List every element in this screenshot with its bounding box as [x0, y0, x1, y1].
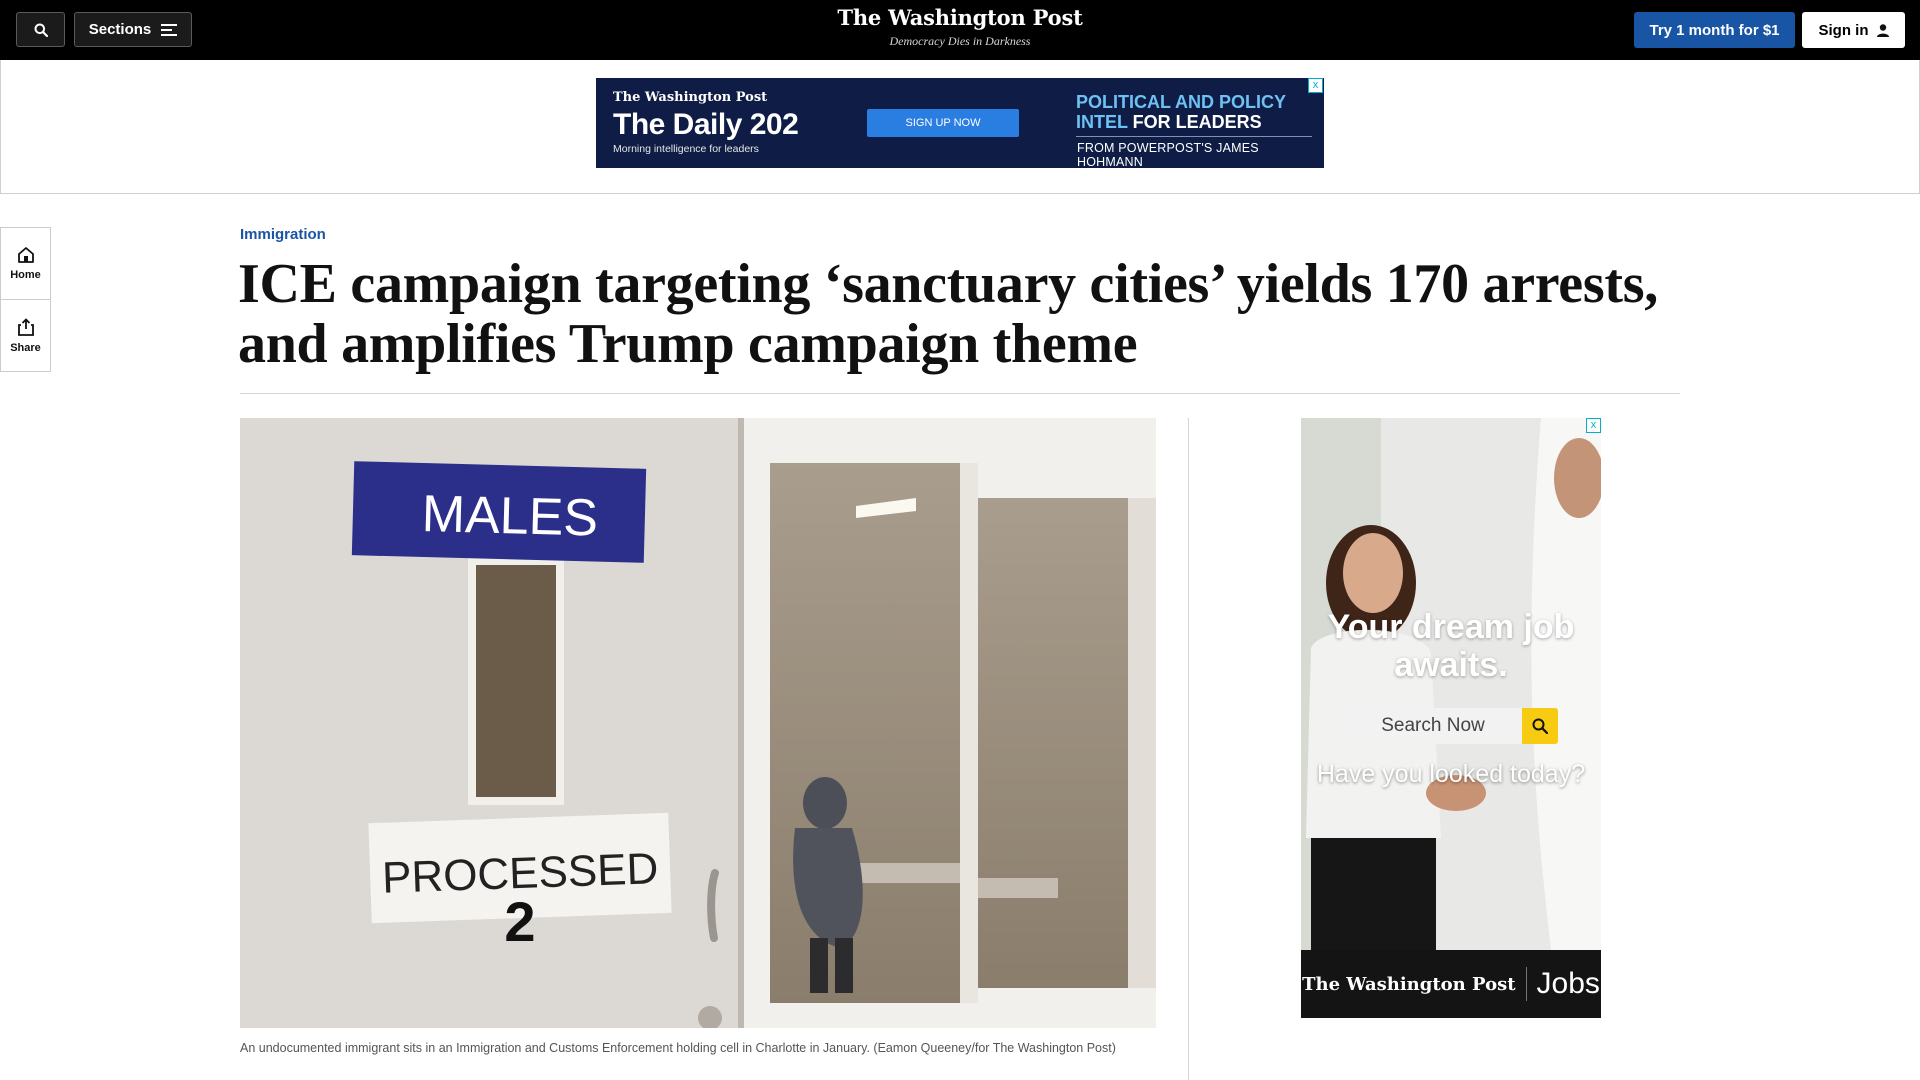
sign-number-text: 2	[504, 890, 535, 953]
holding-cell-illustration: MALES PROCESSED 2	[240, 418, 1156, 1028]
section-kicker-link[interactable]: Immigration	[240, 226, 326, 243]
user-icon	[1876, 23, 1889, 37]
subscribe-button[interactable]: Try 1 month for $1	[1634, 12, 1795, 48]
ad-close-button[interactable]: x	[1308, 78, 1323, 93]
search-icon	[34, 23, 48, 37]
search-button[interactable]	[16, 12, 65, 47]
lead-photo[interactable]: MALES PROCESSED 2	[240, 418, 1156, 1028]
jobs-ad[interactable]: Your dream job awaits. Search Now Have y…	[1301, 418, 1601, 1018]
sign-males-text: MALES	[421, 485, 599, 548]
ad-signup-button[interactable]: SIGN UP NOW	[867, 109, 1019, 137]
top-navigation-bar: Sections The Washington Post Democracy D…	[0, 0, 1920, 60]
jobs-ad-background	[1301, 418, 1601, 950]
masthead[interactable]: The Washington Post Democracy Dies in Da…	[760, 5, 1160, 49]
sections-button[interactable]: Sections	[74, 12, 192, 47]
ad-subtitle: Morning intelligence for leaders	[613, 143, 759, 155]
home-rail-button[interactable]: Home	[0, 227, 51, 300]
site-logo[interactable]: The Washington Post	[760, 5, 1160, 31]
jobs-ad-question: Have you looked today?	[1316, 760, 1586, 788]
window-pane-right	[978, 498, 1128, 988]
site-tagline: Democracy Dies in Darkness	[889, 34, 1031, 48]
sign-in-button[interactable]: Sign in	[1802, 12, 1905, 48]
jobs-ad-separator	[1525, 967, 1527, 1001]
search-icon	[1532, 718, 1548, 734]
jobs-ad-footer: The Washington Post Jobs	[1301, 950, 1601, 1018]
sign-in-label: Sign in	[1818, 21, 1869, 39]
jobs-ad-jobs-label: Jobs	[1536, 967, 1600, 1000]
ad-byline: FROM POWERPOST'S JAMES HOHMANN	[1077, 141, 1259, 168]
ad-headline-white: FOR LEADERS	[1127, 112, 1262, 132]
window-pane-left	[770, 463, 960, 1003]
share-rail-button[interactable]: Share	[0, 299, 51, 372]
jobs-ad-brand: The Washington Post	[1302, 973, 1516, 995]
ad-divider	[1076, 136, 1312, 137]
ad-headline: POLITICAL AND POLICY INTEL FOR LEADERS	[1076, 92, 1316, 132]
article-headline: ICE campaign targeting ‘sanctuary cities…	[238, 253, 1658, 375]
photo-caption: An undocumented immigrant sits in an Imm…	[240, 1041, 1116, 1055]
share-label: Share	[10, 341, 41, 354]
ad-title: The Daily 202	[613, 108, 799, 141]
sections-label: Sections	[88, 21, 152, 38]
daily-202-ad-banner[interactable]: The Washington Post The Daily 202 Mornin…	[596, 78, 1324, 168]
column-divider	[1188, 418, 1189, 1080]
home-label: Home	[10, 269, 41, 281]
headline-divider	[240, 393, 1680, 394]
jobs-search-button[interactable]	[1522, 708, 1558, 744]
side-ad-close-button[interactable]: x	[1586, 418, 1601, 433]
jobs-search-text[interactable]: Search Now	[1344, 708, 1522, 744]
jobs-ad-headline: Your dream job awaits.	[1327, 608, 1575, 684]
menu-icon	[161, 23, 178, 36]
jobs-search-box[interactable]: Search Now	[1344, 708, 1558, 744]
share-icon	[17, 317, 34, 336]
ad-brand: The Washington Post	[613, 90, 768, 105]
home-icon	[17, 247, 34, 263]
